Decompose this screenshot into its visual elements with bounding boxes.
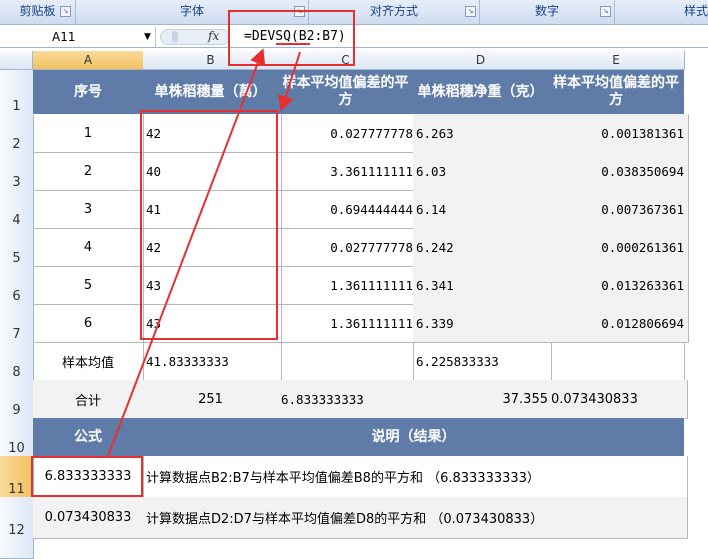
deviation-sq-d-cell[interactable]: 0.013263361 [548,266,689,305]
mean-e-cell[interactable] [548,342,685,381]
spike-weight-cell[interactable]: 6.341 [413,266,552,305]
ribbon-group-label: 数字 [534,4,559,18]
spike-weight-cell[interactable]: 6.339 [413,304,552,343]
header-cell-deviation-sq-b[interactable]: 样本平均值偏差的平方 [278,70,414,115]
sum-c-cell[interactable]: 6.833333333 [278,380,417,419]
row-header-5[interactable]: 5 [0,228,34,268]
mean-d-cell[interactable]: 6.225833333 [413,342,552,381]
index-cell[interactable]: 5 [33,266,144,305]
header-cell-spike-weight[interactable]: 单株稻穗净重（克） [413,70,549,115]
deviation-sq-d-cell[interactable]: 0.001381361 [548,114,689,153]
row-header-6[interactable]: 6 [0,266,34,306]
index-cell[interactable]: 3 [33,190,144,229]
row-header-10[interactable]: 10 [0,418,34,458]
row-header-13[interactable] [0,538,34,559]
row-header-2[interactable]: 2 [0,114,34,154]
deviation-sq-b-cell[interactable]: 0.694444444 [278,190,418,229]
column-header-e[interactable]: E [548,51,685,70]
dialog-launcher-icon[interactable]: ↘ [60,6,71,17]
deviation-sq-d-cell[interactable]: 0.007367361 [548,190,689,229]
row-header-3[interactable]: 3 [0,152,34,192]
ribbon-group-label: 样式 [683,4,708,18]
name-box[interactable]: A11 ▼ [0,27,156,47]
index-cell[interactable]: 4 [33,228,144,267]
spike-weight-cell[interactable]: 6.263 [413,114,552,153]
row-header-12[interactable]: 12 [0,497,34,540]
row-header-11[interactable]: 11 [0,456,34,499]
spike-weight-cell[interactable]: 6.03 [413,152,552,191]
ribbon-group-clipboard[interactable]: 剪贴板 ↘ [0,0,76,24]
ribbon-group-number[interactable]: 数字 ↘ [480,0,615,24]
deviation-sq-d-cell[interactable]: 0.038350694 [548,152,689,191]
index-cell[interactable]: 6 [33,304,144,343]
ribbon-group-alignment[interactable]: 对齐方式 ↘ [309,0,480,24]
mean-b-cell[interactable]: 41.83333333 [143,342,282,381]
column-header-d[interactable]: D [413,51,549,70]
mean-c-cell[interactable] [278,342,414,381]
grip-icon [172,31,178,43]
deviation-sq-b-cell[interactable]: 1.361111111 [278,266,418,305]
name-box-value: A11 [52,30,76,44]
deviation-sq-b-cell[interactable]: 1.361111111 [278,304,418,343]
column-header-b[interactable]: B [143,51,279,70]
insert-function-icon[interactable]: fx [208,29,219,43]
chevron-down-icon[interactable]: ▼ [144,27,151,47]
ribbon-group-bar: 剪贴板 ↘ 字体 ↘ 对齐方式 ↘ 数字 ↘ 样式 [0,0,708,25]
header-cell-spike-count[interactable]: 单株稻穗量（萬） [143,70,279,115]
ribbon-group-styles[interactable]: 样式 [615,0,708,24]
column-header-c[interactable]: C [278,51,414,70]
row-header-4[interactable]: 4 [0,190,34,230]
mean-label-cell[interactable]: 样本均值 [33,342,144,381]
sum-b-cell[interactable]: 251 [143,380,279,419]
ribbon-group-font[interactable]: 字体 ↘ [76,0,309,24]
formula-bar-divider-handle[interactable] [160,29,230,45]
header-cell-deviation-sq-d[interactable]: 样本平均值偏差的平方 [548,70,685,115]
spike-count-cell[interactable]: 42 [143,114,282,153]
deviation-sq-b-cell[interactable]: 3.361111111 [278,152,418,191]
formula-input[interactable]: =DEVSQ(B2:B7) [232,27,346,47]
dialog-launcher-icon[interactable]: ↘ [465,6,476,17]
explanation-header-cell[interactable]: 说明（结果） [143,418,685,457]
index-cell[interactable]: 1 [33,114,144,153]
deviation-sq-d-cell[interactable]: 0.012806694 [548,304,689,343]
sum-e-cell[interactable]: 0.073430833 [548,380,688,419]
deviation-sq-d-cell[interactable]: 0.000261361 [548,228,689,267]
spike-weight-cell[interactable]: 6.242 [413,228,552,267]
formula-header-cell[interactable]: 公式 [33,418,144,457]
dialog-launcher-icon[interactable]: ↘ [600,6,611,17]
spike-count-cell[interactable]: 40 [143,152,282,191]
spike-count-cell[interactable]: 43 [143,266,282,305]
index-cell[interactable]: 2 [33,152,144,191]
select-all-button[interactable] [0,51,33,70]
ribbon-group-label: 字体 [179,4,204,18]
deviation-sq-b-cell[interactable]: 0.027777778 [278,114,418,153]
row-header-8[interactable]: 8 [0,342,34,382]
sum-label-cell[interactable]: 合计 [33,380,144,419]
spike-count-cell[interactable]: 41 [143,190,282,229]
formula-result-cell-2[interactable]: 0.073430833 [33,497,144,539]
explanation-cell-2[interactable]: 计算数据点D2:D7与样本平均值偏差D8的平方和 （0.073430833） [143,497,688,539]
spike-count-cell[interactable]: 43 [143,304,282,343]
row-header-7[interactable]: 7 [0,304,34,344]
row-header-9[interactable]: 9 [0,380,34,420]
column-header-a[interactable]: A [33,51,144,70]
formula-result-cell-1[interactable]: 6.833333333 [33,456,144,498]
spike-count-cell[interactable]: 42 [143,228,282,267]
sum-d-cell[interactable]: 37.355 [413,380,553,419]
spike-weight-cell[interactable]: 6.14 [413,190,552,229]
row-header-1[interactable]: 1 [0,70,34,116]
deviation-sq-b-cell[interactable]: 0.027777778 [278,228,418,267]
ribbon-group-label: 剪贴板 [19,4,56,18]
explanation-cell-1[interactable]: 计算数据点B2:B7与样本平均值偏差B8的平方和 （6.833333333） [143,456,688,498]
header-cell-index[interactable]: 序号 [33,70,144,115]
ribbon-group-label: 对齐方式 [369,4,418,18]
dialog-launcher-icon[interactable]: ↘ [294,6,305,17]
